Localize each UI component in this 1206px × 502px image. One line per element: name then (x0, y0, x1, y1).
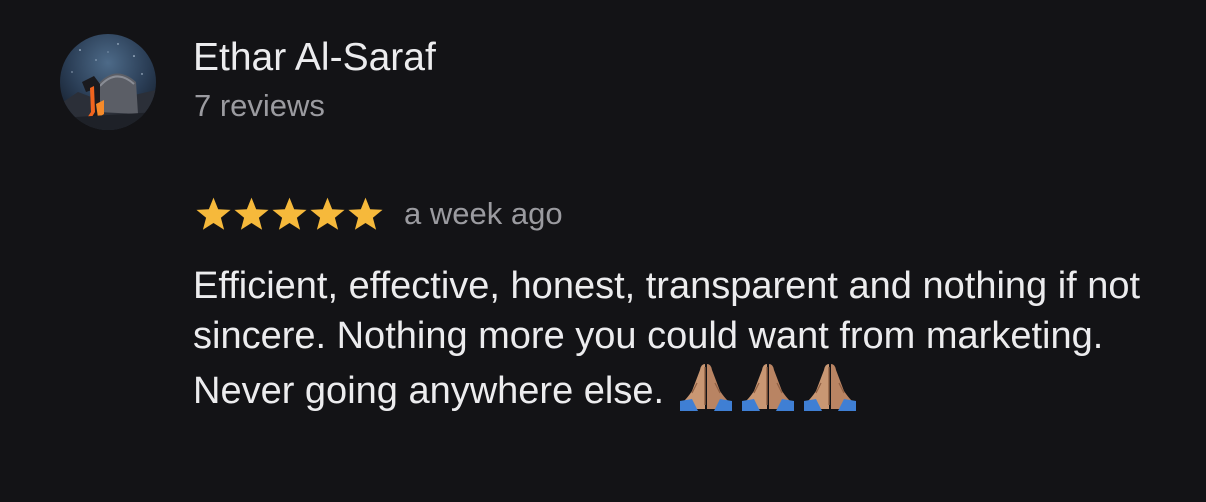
observatory-dome-icon (60, 34, 156, 130)
review-time: a week ago (404, 196, 563, 231)
star-icon (346, 196, 385, 233)
review-text: Efficient, effective, honest, transparen… (193, 265, 1141, 412)
reviewer-avatar[interactable] (60, 34, 156, 130)
star-icon (194, 196, 233, 233)
star-icon (308, 196, 347, 233)
reviewer-name[interactable]: Ethar Al-Saraf (193, 34, 436, 82)
folded-hands-emoji (740, 361, 796, 411)
review-count: 7 reviews (194, 88, 325, 123)
star-icon (232, 196, 271, 233)
folded-hands-emoji (802, 361, 858, 411)
folded-hands-emoji (678, 361, 734, 411)
star-icon (270, 196, 309, 233)
review-body: Efficient, effective, honest, transparen… (193, 261, 1143, 416)
star-rating (194, 196, 384, 233)
emoji-group (678, 361, 858, 411)
rating-row: a week ago (194, 193, 563, 235)
